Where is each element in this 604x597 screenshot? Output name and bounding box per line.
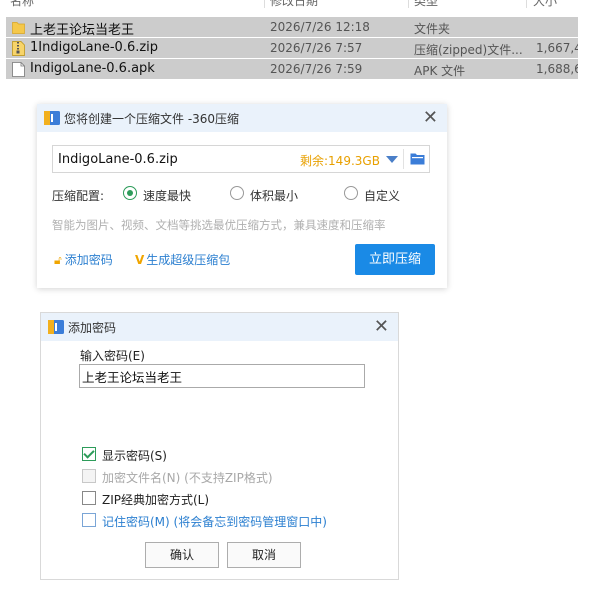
column-header: 名称 修改日期 类型 大小 xyxy=(6,0,578,8)
file-name: 上老王论坛当老王 xyxy=(30,23,135,38)
cancel-button[interactable]: 取消 xyxy=(227,542,301,568)
file-list: 名称 修改日期 类型 大小 上老王论坛当老王 2026/7/26 12:18 文… xyxy=(6,0,578,82)
folder-browse-icon[interactable] xyxy=(410,152,425,165)
chevron-down-icon[interactable] xyxy=(386,156,398,163)
file-type: APK 文件 xyxy=(414,64,466,78)
v-badge-icon: V xyxy=(135,253,145,267)
file-name: IndigoLane-0.6.apk xyxy=(30,61,155,76)
zip-file-icon xyxy=(12,41,25,56)
radio-size-smallest[interactable] xyxy=(230,186,244,200)
360-zip-logo-icon xyxy=(48,320,64,334)
column-divider[interactable] xyxy=(408,0,409,8)
radio-speed-fastest[interactable] xyxy=(123,186,137,200)
file-row[interactable]: 1IndigoLane-0.6.zip 2026/7/26 7:57 压缩(zi… xyxy=(6,38,578,58)
file-row[interactable]: 上老王论坛当老王 2026/7/26 12:18 文件夹 xyxy=(6,17,578,38)
file-type: 文件夹 xyxy=(414,22,451,36)
radio-label[interactable]: 体积最小 xyxy=(250,187,298,204)
apk-file-icon xyxy=(12,62,25,77)
create-sfx-label: 生成超级压缩包 xyxy=(146,253,231,267)
remember-password-checkbox[interactable] xyxy=(82,513,96,527)
file-date: 2026/7/26 7:57 xyxy=(270,41,363,55)
compress-dialog: 您将创建一个压缩文件 -360压缩 ✕ IndigoLane-0.6.zip 剩… xyxy=(37,104,447,288)
file-date: 2026/7/26 7:59 xyxy=(270,62,363,76)
password-input-label: 输入密码(E) xyxy=(80,349,145,363)
folder-icon xyxy=(12,22,25,34)
confirm-button[interactable]: 确认 xyxy=(145,542,219,568)
compress-now-button[interactable]: 立即压缩 xyxy=(355,244,435,275)
column-header-name[interactable]: 名称 xyxy=(10,0,34,8)
column-header-date[interactable]: 修改日期 xyxy=(270,0,318,8)
dialog-title-bar[interactable]: 添加密码 ✕ xyxy=(41,313,398,341)
dialog-title: 添加密码 xyxy=(68,321,117,335)
file-size: 1,667,49 xyxy=(536,41,578,55)
radio-label[interactable]: 速度最快 xyxy=(143,187,191,204)
close-icon[interactable]: ✕ xyxy=(374,318,389,336)
encrypt-filenames-checkbox[interactable] xyxy=(82,469,96,483)
add-password-label: 添加密码 xyxy=(64,253,113,267)
add-password-link[interactable]: 🔓︎ 添加密码 xyxy=(54,251,113,268)
dialog-title-bar[interactable]: 您将创建一个压缩文件 -360压缩 ✕ xyxy=(37,104,447,132)
file-size: 1,688,63 xyxy=(536,62,578,76)
radio-custom[interactable] xyxy=(344,186,358,200)
free-space-label: 剩余:149.3GB xyxy=(300,154,380,168)
checkbox-label: 加密文件名(N) (不支持ZIP格式) xyxy=(102,471,273,485)
column-divider[interactable] xyxy=(264,0,265,8)
file-name: 1IndigoLane-0.6.zip xyxy=(30,40,159,55)
compress-hint: 智能为图片、视频、文档等挑选最优压缩方式，兼具速度和压缩率 xyxy=(52,218,386,232)
checkbox-label[interactable]: 记住密码(M) (将会备忘到密码管理窗口中) xyxy=(102,513,327,530)
checkbox-label[interactable]: ZIP经典加密方式(L) xyxy=(102,491,209,508)
checkbox-label[interactable]: 显示密码(S) xyxy=(102,447,167,464)
compress-config-label: 压缩配置: xyxy=(52,189,105,203)
zip-classic-encryption-checkbox[interactable] xyxy=(82,491,96,505)
file-date: 2026/7/26 12:18 xyxy=(270,20,370,34)
create-sfx-link[interactable]: V 生成超级压缩包 xyxy=(135,251,230,268)
file-type: 压缩(zipped)文件... xyxy=(414,43,523,57)
add-password-dialog: 添加密码 ✕ 输入密码(E) 显示密码(S) 加密文件名(N) (不支持ZIP格… xyxy=(40,312,399,580)
file-row[interactable]: IndigoLane-0.6.apk 2026/7/26 7:59 APK 文件… xyxy=(6,59,578,79)
column-divider[interactable] xyxy=(526,0,527,8)
360-zip-logo-icon xyxy=(44,111,60,125)
column-header-size[interactable]: 大小 xyxy=(533,0,557,8)
divider xyxy=(403,149,404,169)
close-icon[interactable]: ✕ xyxy=(423,109,438,127)
output-path-field[interactable]: IndigoLane-0.6.zip 剩余:149.3GB xyxy=(52,145,430,173)
lock-icon: 🔓︎ xyxy=(54,253,62,267)
output-filename[interactable]: IndigoLane-0.6.zip xyxy=(58,152,178,167)
show-password-checkbox[interactable] xyxy=(82,447,96,461)
radio-label[interactable]: 自定义 xyxy=(364,187,400,204)
dialog-title: 您将创建一个压缩文件 -360压缩 xyxy=(64,112,240,126)
column-header-type[interactable]: 类型 xyxy=(414,0,438,8)
password-input[interactable] xyxy=(79,364,365,388)
